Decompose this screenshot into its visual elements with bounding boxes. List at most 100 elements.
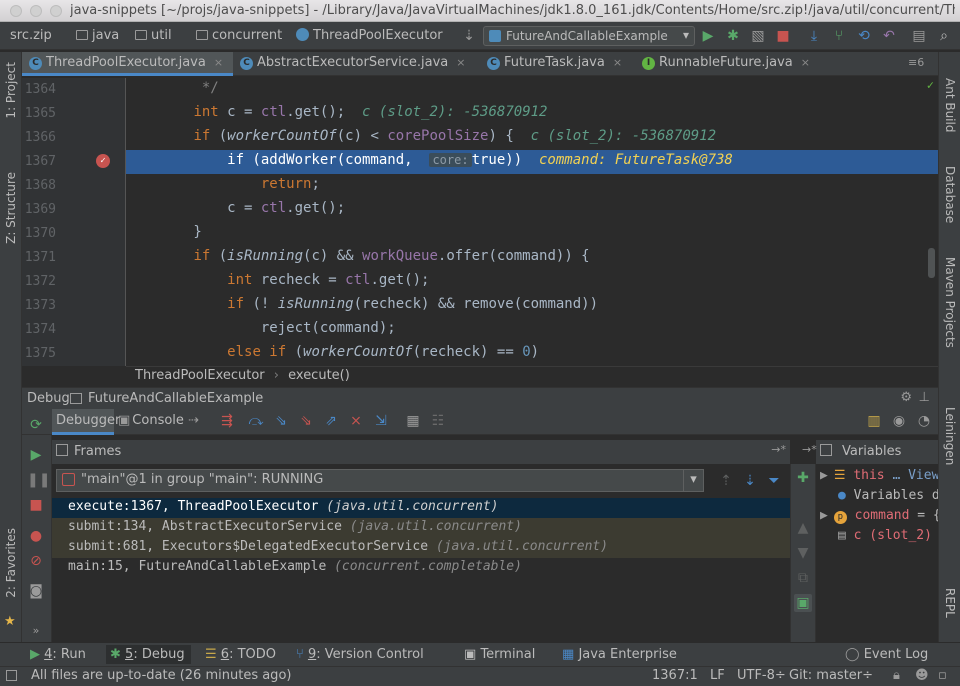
close-icon[interactable]: × (801, 56, 810, 69)
close-icon[interactable]: × (214, 56, 223, 69)
variable-row[interactable]: ▤ c (slot_2) = (838, 528, 938, 548)
minimize-window-button[interactable] (30, 5, 42, 17)
next-frame-icon[interactable]: ⇣ (741, 472, 759, 490)
variable-row[interactable]: ▶p command = { (816, 508, 938, 528)
hide-icon[interactable]: ⊥ (919, 390, 930, 405)
filter-icon[interactable]: ⏷ (765, 472, 783, 490)
notifications-icon[interactable]: ▫ (938, 668, 947, 683)
more-icon[interactable]: » (27, 622, 45, 640)
close-icon[interactable]: × (613, 56, 622, 69)
run-tool-button[interactable]: ▶ 4: Run (30, 647, 86, 662)
crumb-util[interactable]: util (135, 28, 172, 43)
move-up-icon[interactable]: ▲ (794, 519, 812, 537)
evaluate-expression-icon[interactable]: ▦ (404, 412, 422, 430)
project-tool-button[interactable]: 1: Project (4, 62, 18, 119)
java-enterprise-tool-button[interactable]: ▦ Java Enterprise (562, 647, 677, 662)
event-log-tool-button[interactable]: ◯ Event Log (845, 647, 928, 662)
git-branch[interactable]: Git: master÷ (789, 668, 873, 683)
coverage-icon[interactable]: ▧ (749, 27, 767, 45)
repl-tool-button[interactable]: REPL (943, 588, 957, 618)
step-into-icon[interactable]: ⇘ (272, 412, 290, 430)
leiningen-tool-button[interactable]: Leiningen (943, 407, 957, 465)
move-down-icon[interactable]: ▼ (794, 544, 812, 562)
tab-debugger[interactable]: Debugger (52, 409, 120, 435)
thread-selector[interactable]: "main"@1 in group "main": RUNNING ▾ (56, 469, 704, 492)
resume-icon[interactable]: ▶ (27, 446, 45, 464)
variable-row[interactable]: ● Variables de (838, 488, 938, 508)
new-watch-icon[interactable]: ✚ (794, 469, 812, 487)
revert-icon[interactable]: ↶ (880, 27, 898, 45)
todo-tool-button[interactable]: ☰ 6: TODO (205, 647, 276, 662)
ant-build-tool-button[interactable]: Ant Build (943, 78, 957, 132)
memory-icon[interactable]: ◉ (890, 412, 908, 430)
camera-icon[interactable]: ◙ (27, 582, 45, 600)
pin-icon[interactable]: →* (802, 443, 817, 456)
show-watches-icon[interactable]: ▣ (794, 594, 812, 612)
breakpoint-icon[interactable]: ✓ (96, 154, 110, 168)
force-step-into-icon[interactable]: ⇘ (297, 412, 315, 430)
structure-tool-button[interactable]: Z: Structure (4, 172, 18, 244)
debug-icon[interactable]: ✱ (724, 27, 742, 45)
maven-tool-button[interactable]: Maven Projects (943, 257, 957, 348)
close-icon[interactable]: × (456, 56, 465, 69)
crumb-concurrent[interactable]: concurrent (196, 28, 282, 43)
build-icon[interactable]: ⇣ (460, 27, 478, 45)
step-out-icon[interactable]: ⇗ (322, 412, 340, 430)
tab-overflow-button[interactable]: ≡6 (908, 56, 924, 69)
expand-icon[interactable]: ▶ (820, 508, 828, 523)
stop-icon[interactable]: ■ (774, 27, 792, 45)
overhead-icon[interactable]: ◔ (915, 412, 933, 430)
mute-breakpoints-icon[interactable]: ⊘ (27, 552, 45, 570)
code-editor[interactable]: */ int c = ctl.get(); c (slot_2): -53687… (126, 78, 938, 366)
inspection-ok-icon[interactable]: ✓ (927, 78, 934, 92)
layout-icon[interactable] (6, 670, 17, 681)
copy-icon[interactable]: ⧉ (794, 569, 812, 587)
pin-icon[interactable]: →* (771, 443, 786, 456)
line-separator[interactable]: LF (710, 668, 725, 683)
crumb-src-zip[interactable]: src.zip (10, 28, 52, 43)
editor-scrollbar[interactable] (928, 248, 935, 278)
rerun-icon[interactable]: ⟳ (27, 416, 45, 434)
vcs-commit-icon[interactable]: ⑂ (830, 27, 848, 45)
tab-threadpoolexecutor[interactable]: C ThreadPoolExecutor.java × (22, 52, 233, 76)
variable-row[interactable]: ▶ ☰ this … View (816, 468, 938, 488)
pause-icon[interactable]: ❚❚ (27, 471, 50, 489)
crumb-threadpoolexecutor[interactable]: ThreadPoolExecutor (296, 28, 443, 43)
favorites-tool-button[interactable]: 2: Favorites (4, 528, 18, 598)
terminal-tool-button[interactable]: ▣ Terminal (464, 647, 535, 662)
version-control-tool-button[interactable]: ⑂ 9: Version Control (296, 647, 424, 662)
debug-config-tab[interactable]: FutureAndCallableExample (88, 391, 263, 406)
frame-row[interactable]: execute:1367, ThreadPoolExecutor (java.u… (52, 498, 790, 518)
tab-console[interactable]: ▣ Console ⇢ (118, 413, 199, 428)
vcs-update-icon[interactable]: ⤓ (805, 27, 823, 45)
gear-icon[interactable]: ⚙ (900, 390, 912, 405)
debug-tool-button[interactable]: ✱ 5: Debug (106, 645, 191, 664)
previous-frame-icon[interactable]: ⇡ (717, 472, 735, 490)
caret-position[interactable]: 1367:1 (652, 668, 698, 683)
lock-icon[interactable]: 🔒︎ (893, 668, 900, 683)
crumb-java[interactable]: java (76, 28, 119, 43)
tab-futuretask[interactable]: C FutureTask.java × (480, 52, 635, 76)
database-tool-button[interactable]: Database (943, 166, 957, 223)
view-breakpoints-icon[interactable]: ● (27, 527, 45, 545)
restore-layout-icon[interactable]: ▥ (865, 412, 883, 430)
breadcrumb-class[interactable]: ThreadPoolExecutor (135, 368, 265, 383)
show-execution-point-icon[interactable]: ⇶ (218, 412, 236, 430)
drop-frame-icon[interactable]: ⨯ (347, 412, 365, 430)
stop-icon[interactable]: ■ (27, 496, 45, 514)
run-to-cursor-icon[interactable]: ⇲ (372, 412, 390, 430)
expand-icon[interactable]: ▶ (820, 468, 828, 483)
run-configuration-selector[interactable]: FutureAndCallableExample ▾ (483, 26, 695, 46)
search-icon[interactable]: ⌕ (935, 27, 953, 45)
run-icon[interactable]: ▶ (699, 27, 717, 45)
step-over-icon[interactable]: ⤼ (247, 412, 265, 430)
frame-row[interactable]: submit:134, AbstractExecutorService (jav… (52, 518, 790, 538)
project-structure-icon[interactable]: ▤ (910, 27, 928, 45)
frame-row[interactable]: submit:681, Executors$DelegatedExecutorS… (52, 538, 790, 558)
close-window-button[interactable] (10, 5, 22, 17)
zoom-window-button[interactable] (50, 5, 62, 17)
vcs-history-icon[interactable]: ⟲ (855, 27, 873, 45)
frame-row[interactable]: main:15, FutureAndCallableExample (concu… (52, 558, 790, 578)
tab-runnablefuture[interactable]: I RunnableFuture.java × (635, 52, 815, 76)
tab-abstractexecutorservice[interactable]: C AbstractExecutorService.java × (233, 52, 480, 76)
